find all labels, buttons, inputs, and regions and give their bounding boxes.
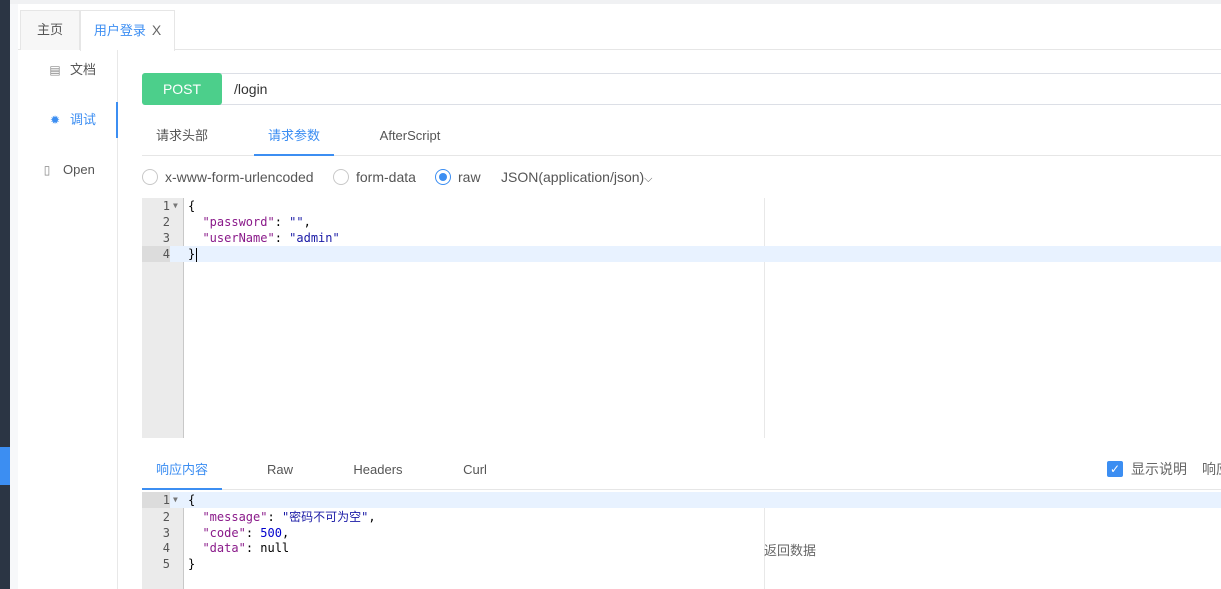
line-number: 3	[162, 231, 170, 245]
tab-user-login-label: 用户登录	[93, 23, 146, 38]
body-type-selector: x-www-form-urlencoded form-data raw JSON…	[142, 166, 1221, 188]
radio-label: x-www-form-urlencoded	[165, 169, 314, 185]
code-text: "data": null	[202, 541, 290, 555]
radio-label: form-data	[356, 169, 416, 185]
json-string: "密码不可为空"	[281, 510, 369, 524]
code-text: "code": 500,	[202, 526, 290, 540]
line-number: 5	[162, 557, 170, 571]
tab-headers[interactable]: Headers	[345, 454, 411, 490]
bug-icon: ✹	[49, 113, 61, 127]
chevron-down-icon: ⌵	[644, 173, 653, 185]
url-input[interactable]: /login	[234, 74, 267, 104]
json-number: 500	[260, 526, 282, 540]
code-text: "userName": "admin"	[202, 231, 340, 245]
code-text: "message": "密码不可为空",	[202, 510, 376, 524]
code-text: {	[188, 199, 196, 213]
code-text: {	[188, 493, 196, 507]
json-string: ""	[289, 215, 304, 229]
tab-response-content[interactable]: 响应内容	[142, 454, 222, 490]
tab-request-headers[interactable]: 请求头部	[142, 118, 222, 156]
tab-user-login[interactable]: 用户登录 X	[80, 10, 175, 51]
document-icon: ▤	[49, 63, 61, 77]
code-text: }	[188, 246, 198, 262]
doc-sidebar: ▤ 文档 ✹ 调试 ▯ Open	[18, 50, 118, 589]
sidebar-item-open[interactable]: ▯ Open	[18, 152, 118, 188]
line-number: 2	[162, 215, 170, 229]
response-body-viewer[interactable]: 1 ▼ { 2 "message": "密码不可为空", 3 "code": 5…	[142, 492, 1221, 589]
code-line: 3 "userName": "admin"	[142, 230, 1221, 246]
tab-home-label: 主页	[36, 22, 63, 37]
radio-urlencoded[interactable]: x-www-form-urlencoded	[142, 166, 322, 188]
top-divider	[10, 0, 1221, 4]
code-line-active: 1 ▼ {	[142, 492, 1221, 508]
sidebar-item-label: Open	[63, 162, 95, 177]
close-icon[interactable]: X	[152, 22, 161, 38]
line-number: 4	[162, 541, 170, 555]
line-number: 2	[162, 510, 170, 524]
response-tabs: 响应内容 Raw Headers Curl ✓ 显示说明 响应	[142, 454, 1221, 490]
content-type-value: JSON(application/json)	[501, 169, 645, 185]
code-text: }	[188, 557, 196, 571]
sidebar-item-label: 调试	[70, 112, 97, 127]
active-indicator	[0, 447, 10, 485]
tab-request-params[interactable]: 请求参数	[254, 118, 334, 156]
tab-after-script[interactable]: AfterScript	[368, 118, 452, 156]
return-data-label: 返回数据	[764, 543, 817, 558]
sidebar-item-label: 文档	[70, 62, 97, 77]
request-tabs: 请求头部 请求参数 AfterScript	[142, 118, 1221, 156]
line-number: 1	[162, 199, 170, 213]
side-gutter	[10, 4, 18, 589]
json-key: "userName"	[202, 231, 275, 245]
file-icon: ▯	[43, 163, 51, 177]
sidebar-item-docs[interactable]: ▤ 文档	[18, 52, 118, 88]
app-sidebar-strip	[0, 0, 10, 589]
json-key: "message"	[202, 510, 268, 524]
radio-circle-selected	[435, 169, 451, 185]
content-type-select[interactable]: JSON(application/json)⌵	[501, 166, 661, 188]
radio-label: raw	[458, 169, 481, 185]
json-key: "password"	[202, 215, 275, 229]
json-string: "admin"	[289, 231, 340, 245]
code-line: 2 "message": "密码不可为空",	[142, 509, 1221, 525]
fold-arrow-icon[interactable]: ▼	[173, 492, 178, 508]
code-line-active: 4 }	[142, 246, 1221, 262]
code-line: 5 }	[142, 556, 1221, 572]
method-button[interactable]: POST	[142, 73, 222, 105]
json-key: "code"	[202, 526, 246, 540]
text-cursor	[196, 247, 198, 262]
code-char: }	[188, 247, 196, 261]
radio-circle	[333, 169, 349, 185]
fold-arrow-icon[interactable]: ▼	[173, 198, 178, 214]
line-number: 4	[142, 246, 170, 262]
response-label-partial[interactable]: 响应	[1202, 454, 1221, 484]
tab-bar: 主页 用户登录 X	[18, 10, 1221, 51]
code-line: 4 "data": null	[142, 540, 1221, 556]
radio-form-data[interactable]: form-data	[333, 166, 423, 188]
line-number: 1	[142, 492, 170, 508]
show-description-label: 显示说明	[1131, 461, 1187, 477]
request-body-editor[interactable]: 1 ▼ { 2 "password": "", 3 "userName": "a…	[142, 198, 1221, 438]
code-line: 2 "password": "",	[142, 214, 1221, 230]
radio-circle	[142, 169, 158, 185]
radio-raw[interactable]: raw	[435, 166, 485, 188]
code-line: 3 "code": 500,	[142, 525, 1221, 541]
tab-home[interactable]: 主页	[20, 10, 80, 50]
line-number: 3	[162, 526, 170, 540]
request-url-bar: POST /login	[142, 73, 1221, 105]
tab-curl[interactable]: Curl	[448, 454, 502, 490]
sidebar-item-debug[interactable]: ✹ 调试	[18, 102, 118, 138]
code-line: 1 ▼ {	[142, 198, 1221, 214]
tab-raw[interactable]: Raw	[250, 454, 310, 490]
show-description-checkbox[interactable]: ✓	[1107, 461, 1123, 477]
json-key: "data"	[202, 541, 246, 555]
code-text: "password": "",	[202, 215, 311, 229]
